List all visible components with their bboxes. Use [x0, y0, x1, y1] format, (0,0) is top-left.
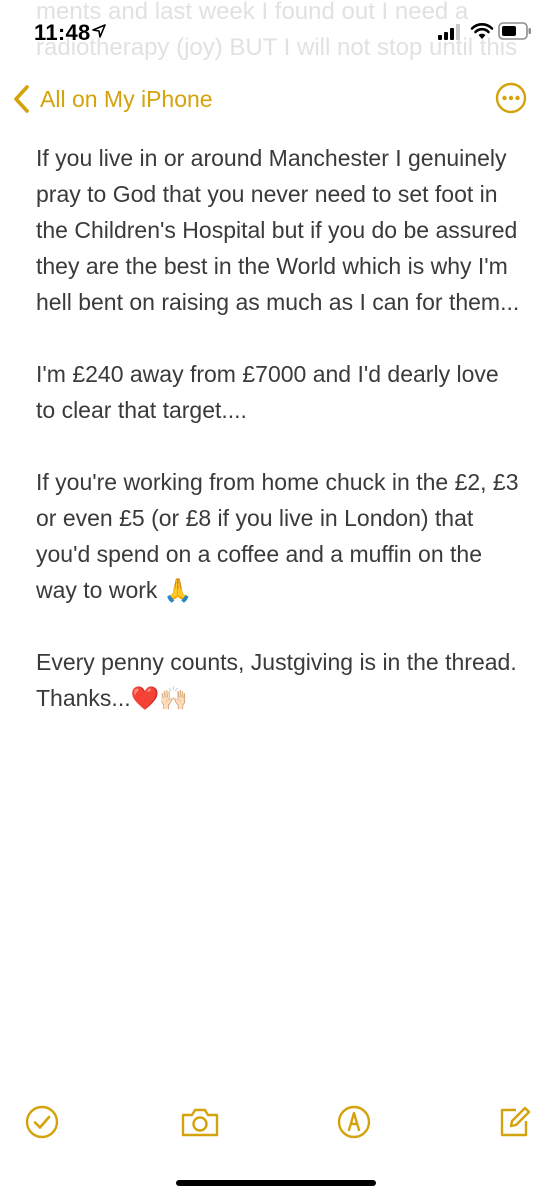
- back-button[interactable]: All on My iPhone: [12, 82, 213, 116]
- checklist-icon[interactable]: [24, 1104, 60, 1140]
- nav-bar: All on My iPhone: [0, 76, 554, 120]
- camera-icon[interactable]: [180, 1104, 220, 1140]
- note-paragraph: If you're working from home chuck in the…: [36, 469, 519, 603]
- status-bar: ments and last week I found out I need a…: [0, 0, 554, 64]
- note-paragraph: If you live in or around Manchester I ge…: [36, 145, 520, 315]
- back-button-label: All on My iPhone: [40, 85, 213, 112]
- wifi-icon: [470, 23, 494, 39]
- compose-icon[interactable]: [496, 1104, 532, 1140]
- home-indicator[interactable]: [176, 1180, 376, 1186]
- note-paragraph: Every penny counts, Justgiving is in the…: [36, 649, 517, 711]
- bottom-toolbar: [0, 1100, 554, 1144]
- more-options-icon[interactable]: [495, 82, 527, 114]
- markup-icon[interactable]: [336, 1104, 372, 1140]
- battery-icon: [498, 22, 531, 40]
- cellular-signal-icon: [438, 24, 460, 40]
- note-body[interactable]: If you live in or around Manchester I ge…: [36, 140, 522, 752]
- status-time: 11:48: [34, 20, 91, 45]
- chevron-left-icon: [14, 85, 29, 113]
- note-paragraph: I'm £240 away from £7000 and I'd dearly …: [36, 361, 499, 423]
- location-arrow-icon: [92, 24, 106, 38]
